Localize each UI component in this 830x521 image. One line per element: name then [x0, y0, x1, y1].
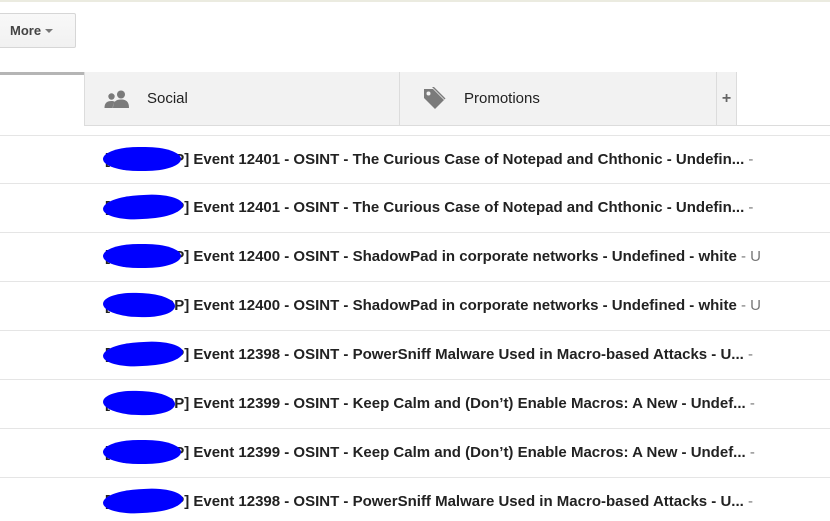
email-row[interactable]: [xxxx MISP] Event 12400 - OSINT - Shadow… — [0, 233, 830, 282]
email-row[interactable]: [xxxx MISP] Event 12398 - OSINT - PowerS… — [0, 478, 830, 521]
email-subject: [xxxx MISP] Event 12398 - OSINT - PowerS… — [105, 346, 753, 363]
email-row[interactable]: [xxxx MISP] Event 12398 - OSINT - PowerS… — [0, 331, 830, 380]
email-row[interactable]: [xxxx MISP] Event 12401 - OSINT - The Cu… — [0, 135, 830, 184]
email-row[interactable]: [xxxx MISP] Event 12399 - OSINT - Keep C… — [0, 380, 830, 429]
email-row[interactable]: [xxxx MISP] Event 12400 - OSINT - Shadow… — [0, 282, 830, 331]
tab-social-label: Social — [147, 90, 188, 107]
more-button-label: More — [10, 23, 42, 38]
tab-social[interactable]: Social — [84, 72, 400, 125]
add-tab-button[interactable]: + — [716, 72, 737, 125]
redaction-mark — [103, 147, 181, 171]
redaction-mark — [102, 339, 184, 369]
gmail-inbox: More Social Promotions + [xxxx MISP] Eve… — [0, 0, 830, 521]
tab-primary[interactable] — [0, 72, 84, 126]
redaction-mark — [102, 291, 176, 319]
email-subject: [xxxx MISP] Event 12401 - OSINT - The Cu… — [105, 199, 754, 216]
email-subject: [xxxx MISP] Event 12400 - OSINT - Shadow… — [105, 297, 761, 314]
tab-promotions-label: Promotions — [464, 90, 540, 107]
toolbar: More — [0, 2, 830, 62]
email-subject: [xxxx MISP] Event 12400 - OSINT - Shadow… — [105, 248, 761, 265]
redaction-mark — [102, 486, 184, 516]
redaction-mark — [103, 440, 181, 464]
email-list: [xxxx MISP] Event 12401 - OSINT - The Cu… — [0, 135, 830, 521]
redaction-mark — [103, 244, 181, 268]
email-subject: [xxxx MISP] Event 12399 - OSINT - Keep C… — [105, 444, 755, 461]
email-subject: [xxxx MISP] Event 12401 - OSINT - The Cu… — [105, 151, 754, 168]
redaction-mark — [102, 192, 184, 222]
email-subject: [xxxx MISP] Event 12399 - OSINT - Keep C… — [105, 395, 755, 412]
more-button[interactable]: More — [0, 13, 76, 48]
chevron-down-icon — [45, 29, 54, 33]
email-row[interactable]: [xxxx MISP] Event 12401 - OSINT - The Cu… — [0, 184, 830, 233]
tab-promotions[interactable]: Promotions — [399, 72, 717, 125]
category-tabs: Social Promotions + — [0, 72, 830, 126]
redaction-mark — [102, 389, 176, 417]
email-subject: [xxxx MISP] Event 12398 - OSINT - PowerS… — [105, 493, 753, 510]
people-icon — [103, 85, 131, 113]
email-row[interactable]: [xxxx MISP] Event 12399 - OSINT - Keep C… — [0, 429, 830, 478]
tag-icon — [420, 85, 448, 113]
plus-icon: + — [721, 89, 732, 107]
